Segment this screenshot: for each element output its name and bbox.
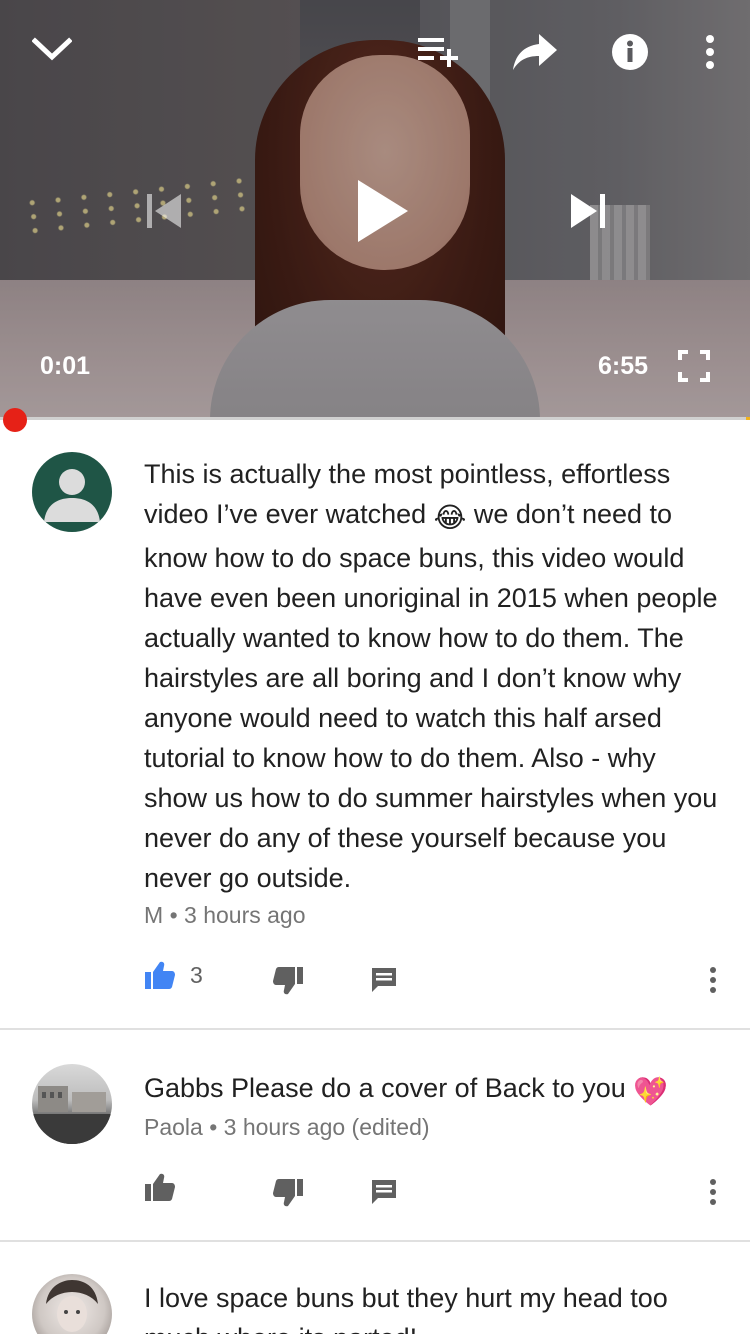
divider	[0, 1240, 750, 1242]
more-vert-icon[interactable]	[696, 32, 724, 72]
thumbs-up-icon	[145, 961, 175, 989]
avatar[interactable]	[32, 452, 112, 532]
comment-actions: 3	[0, 960, 750, 1000]
comment-meta: M • 3 hours ago	[144, 902, 306, 929]
dislike-button[interactable]	[272, 1178, 304, 1208]
avatar[interactable]	[32, 1064, 112, 1144]
comment-item: This is actually the most pointless, eff…	[0, 430, 750, 1030]
comment-item: I love space buns but they hurt my head …	[0, 1250, 750, 1334]
progress-bar[interactable]	[0, 417, 750, 420]
video-player[interactable]: 0:01 6:55	[0, 0, 750, 420]
like-count: 3	[190, 961, 203, 988]
reply-button[interactable]	[370, 1178, 398, 1206]
more-vert-icon	[710, 1179, 716, 1205]
comment-icon	[372, 968, 396, 992]
like-button[interactable]	[144, 1172, 176, 1202]
laughing-emoji: 😂	[433, 502, 467, 533]
more-vert-icon	[710, 967, 716, 993]
comment-time: 3 hours ago (edited)	[223, 1114, 430, 1140]
comment-item: Gabbs Please do a cover of Back to you 💖…	[0, 1040, 750, 1240]
avatar[interactable]	[32, 1274, 112, 1334]
reply-button[interactable]	[370, 966, 398, 994]
comment-author[interactable]: M	[144, 902, 163, 928]
skip-previous-icon[interactable]	[140, 190, 186, 232]
comment-author[interactable]: Paola	[144, 1114, 203, 1140]
comment-time: 3 hours ago	[184, 902, 306, 928]
duration: 6:55	[598, 352, 649, 380]
comment-text-part: Gabbs Please do a cover of Back to you	[144, 1073, 626, 1103]
comment-meta: Paola • 3 hours ago (edited)	[144, 1114, 430, 1141]
comment-text-part: we don’t need to know how to do space bu…	[144, 499, 718, 893]
divider	[0, 1028, 750, 1030]
meta-separator: •	[169, 902, 178, 928]
comment-text: Gabbs Please do a cover of Back to you 💖	[144, 1068, 724, 1112]
play-icon[interactable]	[352, 176, 412, 246]
thumbs-up-icon	[145, 1173, 175, 1201]
playlist-add-icon[interactable]	[414, 34, 462, 70]
meta-separator: •	[209, 1114, 218, 1140]
share-icon[interactable]	[510, 30, 560, 74]
like-button[interactable]: 3	[144, 960, 203, 990]
comment-icon	[372, 1180, 396, 1204]
comment-more-button[interactable]	[708, 1178, 718, 1206]
fullscreen-icon[interactable]	[676, 348, 712, 384]
comment-actions	[0, 1172, 750, 1212]
dislike-button[interactable]	[272, 966, 304, 996]
thumbs-down-icon	[273, 967, 303, 995]
thumbs-down-icon	[273, 1179, 303, 1207]
progress-scrubber[interactable]	[2, 408, 27, 432]
current-time: 0:01	[40, 352, 91, 380]
comment-text: I love space buns but they hurt my head …	[144, 1283, 668, 1334]
comment-more-button[interactable]	[708, 966, 718, 994]
sparkling-heart-emoji: 💖	[633, 1076, 669, 1107]
progress-buffer-end	[746, 417, 750, 420]
skip-next-icon[interactable]	[566, 190, 612, 232]
info-icon[interactable]	[610, 32, 650, 72]
chevron-down-icon[interactable]	[28, 28, 76, 72]
comment-text: This is actually the most pointless, eff…	[144, 454, 724, 898]
